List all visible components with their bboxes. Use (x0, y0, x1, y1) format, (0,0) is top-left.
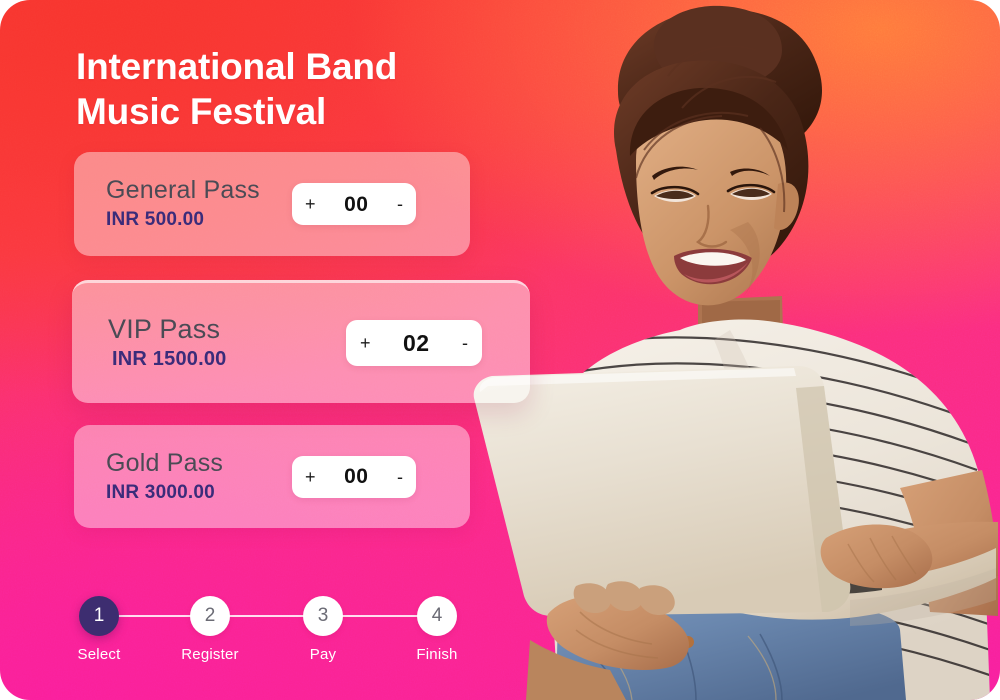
quantity-value: 00 (344, 192, 369, 216)
step-label: Select (77, 646, 121, 663)
progress-step-register[interactable]: 2 Register (166, 596, 254, 663)
step-label: Finish (416, 646, 458, 663)
pass-card-text: Gold Pass INR 3000.00 (106, 448, 223, 506)
gradient-background-panel: International Band Music Festival Genera… (0, 0, 1000, 700)
pass-price: INR 3000.00 (106, 481, 215, 503)
pass-name: Gold Pass (106, 448, 224, 477)
quantity-value: 02 (402, 329, 430, 356)
ticket-selection-screen: International Band Music Festival Genera… (0, 0, 1000, 700)
quantity-stepper[interactable]: + 00 - (292, 183, 416, 225)
decrement-icon[interactable]: - (462, 334, 468, 352)
progress-stepper: 1 Select 2 Register 3 Pay 4 Finish (76, 596, 472, 668)
pass-price: INR 500.00 (106, 209, 205, 230)
progress-step-pay[interactable]: 3 Pay (279, 596, 367, 663)
step-number-badge: 4 (417, 596, 457, 636)
decrement-icon[interactable]: - (397, 468, 403, 486)
increment-icon[interactable]: + (305, 468, 316, 486)
quantity-stepper[interactable]: + 00 - (292, 455, 416, 498)
quantity-value: 00 (344, 465, 369, 488)
pass-card-gold[interactable]: Gold Pass INR 3000.00 + 00 - (74, 425, 470, 528)
progress-step-finish[interactable]: 4 Finish (393, 596, 481, 663)
pass-card-text: General Pass INR 500.00 (106, 175, 260, 233)
pass-card-text: VIP Pass INR 1500.00 (108, 314, 227, 372)
decrement-icon[interactable]: - (397, 195, 403, 213)
step-label: Register (181, 646, 239, 663)
progress-step-select[interactable]: 1 Select (55, 596, 143, 663)
pass-name: General Pass (106, 176, 260, 204)
step-number-badge: 1 (79, 596, 119, 636)
pass-card-general[interactable]: General Pass INR 500.00 + 00 - (74, 152, 470, 256)
increment-icon[interactable]: + (305, 195, 316, 213)
increment-icon[interactable]: + (360, 334, 371, 352)
step-label: Pay (309, 646, 337, 663)
pass-card-vip[interactable]: VIP Pass INR 1500.00 + 02 - (72, 280, 530, 403)
pass-price: INR 1500.00 (112, 348, 227, 370)
pass-name: VIP Pass (108, 314, 221, 344)
page-title: International Band Music Festival (76, 46, 398, 132)
step-number-badge: 3 (303, 596, 343, 636)
quantity-stepper[interactable]: + 02 - (346, 320, 482, 366)
step-number-badge: 2 (190, 596, 230, 636)
